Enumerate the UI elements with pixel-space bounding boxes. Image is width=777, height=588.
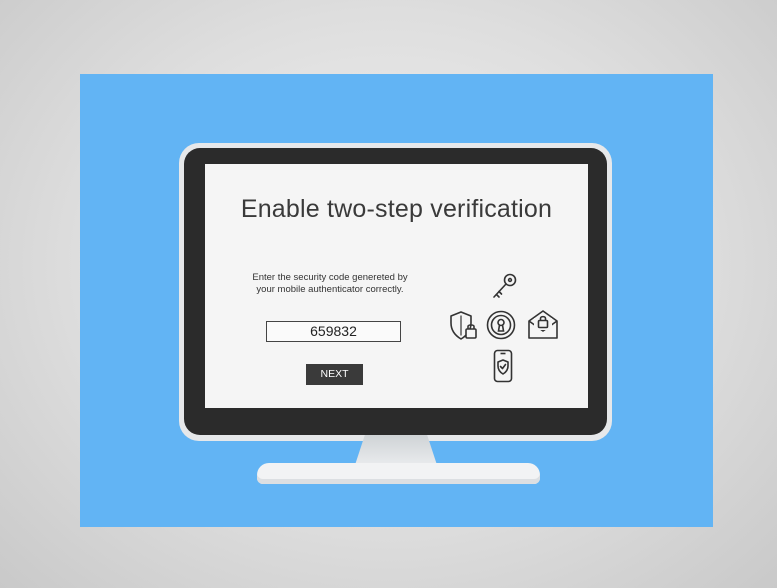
phone-shield-icon (493, 349, 513, 383)
key-icon (490, 272, 518, 302)
envelope-lock-icon (527, 308, 559, 340)
instruction-line-2: your mobile authenticator correctly. (256, 284, 404, 295)
page-title: Enable two-step verification (240, 195, 553, 223)
keyhole-icon (485, 309, 517, 341)
instruction-text: Enter the security code genereted by you… (230, 272, 430, 296)
shield-lock-icon (449, 310, 479, 342)
next-button[interactable]: NEXT (306, 364, 363, 385)
instruction-line-1: Enter the security code genereted by (252, 272, 408, 283)
security-code-input[interactable]: 659832 (266, 321, 401, 342)
monitor-stand-base (257, 463, 540, 484)
monitor-stand-neck (355, 435, 437, 465)
